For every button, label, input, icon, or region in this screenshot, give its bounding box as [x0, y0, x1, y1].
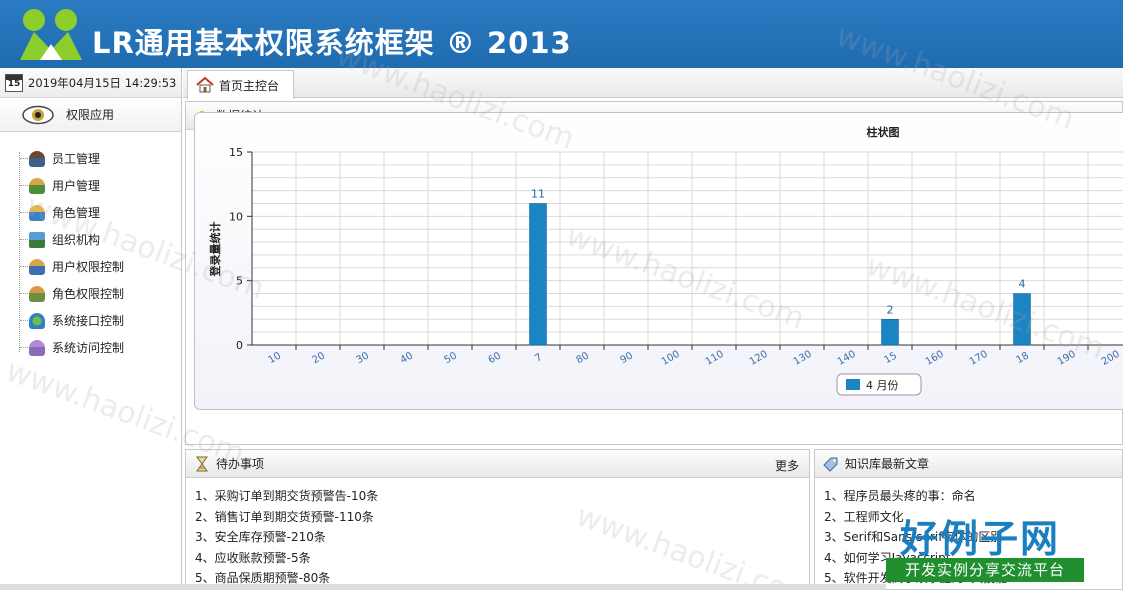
x-tick-label: 120 — [748, 349, 770, 368]
x-tick-label: 190 — [1056, 349, 1078, 368]
todo-panel-title: 待办事项 — [216, 457, 265, 471]
employee-icon — [29, 150, 45, 167]
list-item[interactable]: 1、程序员最头疼的事：命名 — [824, 486, 1122, 507]
role-icon — [29, 204, 45, 221]
x-tick-label: 140 — [836, 349, 858, 368]
x-tick-label: 60 — [486, 350, 503, 366]
data-label: 2 — [887, 303, 894, 316]
nav-item-role[interactable]: 角色管理 — [20, 199, 181, 226]
badge-title: 好例子网 — [900, 516, 1061, 561]
list-item[interactable]: 3、安全库存预警-210条 — [195, 527, 809, 548]
nav-item-access-control[interactable]: 系统访问控制 — [20, 334, 181, 361]
x-tick-label: 18 — [1014, 350, 1031, 366]
legend-label: 4 月份 — [866, 379, 899, 392]
data-label: 4 — [1019, 278, 1026, 291]
todo-list: 1、采购订单到期交货预警告-10条 2、销售订单到期交货预警-110条 3、安全… — [186, 478, 809, 589]
nav-item-label: 角色管理 — [52, 206, 101, 220]
x-tick-label: 90 — [618, 350, 635, 366]
datetime-bar: 15 2019年04月15日 14:29:53 — [0, 68, 181, 98]
bar — [1013, 293, 1031, 346]
x-tick-label: 15 — [882, 350, 899, 366]
x-tick-label: 170 — [968, 349, 990, 368]
app-title: LR通用基本权限系统框架 ® 2013 — [92, 26, 572, 60]
user-icon — [29, 177, 45, 194]
nav-item-user[interactable]: 用户管理 — [20, 172, 181, 199]
nav-item-label: 系统访问控制 — [52, 341, 125, 355]
y-axis-label: 登录量统计 — [208, 222, 222, 278]
todo-panel: 待办事项 更多 1、采购订单到期交货预警告-10条 2、销售订单到期交货预警-1… — [185, 449, 810, 590]
nav-item-label: 系统接口控制 — [52, 314, 125, 328]
x-tick-label: 20 — [310, 350, 327, 366]
app-header: LR通用基本权限系统框架 ® 2013 — [0, 0, 1123, 68]
list-item[interactable]: 4、应收账款预警-5条 — [195, 548, 809, 569]
section-title: 权限应用 — [66, 108, 115, 122]
x-tick-label: 110 — [704, 349, 726, 368]
role-permission-icon — [29, 285, 45, 302]
bar — [529, 203, 547, 346]
list-item[interactable]: 2、销售订单到期交货预警-110条 — [195, 507, 809, 528]
todo-more-link[interactable]: 更多 — [775, 457, 799, 474]
x-tick-label: 10 — [266, 350, 283, 366]
nav-item-employee[interactable]: 员工管理 — [20, 145, 181, 172]
watermark-badge: 好例子网 开发实例分享交流平台 — [886, 508, 1086, 584]
tab-home[interactable]: 首页主控台 — [187, 70, 295, 99]
tab-home-label: 首页主控台 — [219, 78, 280, 93]
logo-icon — [20, 9, 82, 60]
y-tick-label: 5 — [236, 275, 243, 288]
nav-item-label: 用户管理 — [52, 179, 101, 193]
datetime-text: 2019年04月15日 14:29:53 — [28, 75, 177, 90]
data-label: 11 — [531, 187, 545, 200]
x-tick-label: 80 — [574, 350, 591, 366]
left-panel: 15 2019年04月15日 14:29:53 权限应用 员工管理 用户管理 角… — [0, 68, 182, 590]
nav-item-user-permission[interactable]: 用户权限控制 — [20, 253, 181, 280]
list-item[interactable]: 1、采购订单到期交货预警告-10条 — [195, 486, 809, 507]
bar — [881, 319, 899, 346]
todo-panel-header: 待办事项 更多 — [186, 450, 809, 478]
y-tick-label: 10 — [229, 210, 243, 223]
user-permission-icon — [29, 258, 45, 275]
organization-icon — [29, 231, 45, 248]
horizontal-scrollbar[interactable] — [0, 584, 886, 590]
x-tick-label: 40 — [398, 350, 415, 366]
tab-strip: 首页主控台 — [183, 68, 1123, 99]
x-tick-label: 200 — [1100, 349, 1122, 368]
stats-panel: 数据统计 05101510203040506078090100110120130… — [185, 101, 1123, 445]
knowledge-panel-title: 知识库最新文章 — [845, 457, 930, 471]
x-tick-label: 130 — [792, 349, 814, 368]
y-tick-label: 15 — [229, 146, 243, 159]
bar-chart: 0 5 10 15 10 20 30 40 50 60 7 80 90 100 110 120 130 140 15… — [208, 125, 1123, 396]
chart-container: 0 5 10 15 10 20 30 40 50 60 7 80 90 100 110 120 130 140 15… — [194, 112, 1123, 410]
nav-tree: 员工管理 用户管理 角色管理 组织机构 用户权限控制 角色权限控制 系统接口控制 — [0, 132, 181, 361]
x-tick-label: 30 — [354, 350, 371, 366]
y-tick-label: 0 — [236, 339, 243, 352]
home-icon — [196, 77, 214, 93]
permission-section-header[interactable]: 权限应用 — [0, 98, 181, 132]
x-tick-label: 100 — [660, 349, 682, 368]
badge-subtitle: 开发实例分享交流平台 — [886, 558, 1084, 582]
nav-item-label: 角色权限控制 — [52, 287, 125, 301]
access-icon — [29, 339, 45, 356]
x-tick-label: 160 — [924, 349, 946, 368]
x-tick-label: 7 — [533, 352, 544, 365]
knowledge-panel-header: 知识库最新文章 — [815, 450, 1122, 478]
tag-icon — [823, 457, 838, 472]
x-tick-label: 50 — [442, 350, 459, 366]
nav-item-label: 员工管理 — [52, 152, 101, 166]
nav-item-interface-control[interactable]: 系统接口控制 — [20, 307, 181, 334]
nav-item-label: 用户权限控制 — [52, 260, 125, 274]
nav-item-label: 组织机构 — [52, 233, 101, 247]
interface-icon — [29, 312, 45, 329]
eye-icon — [22, 105, 54, 124]
plot-area — [252, 152, 1123, 345]
nav-item-organization[interactable]: 组织机构 — [20, 226, 181, 253]
legend-swatch — [846, 379, 860, 390]
hourglass-icon — [196, 456, 208, 471]
nav-item-role-permission[interactable]: 角色权限控制 — [20, 280, 181, 307]
calendar-icon: 15 — [5, 73, 23, 92]
chart-title: 柱状图 — [867, 125, 900, 139]
